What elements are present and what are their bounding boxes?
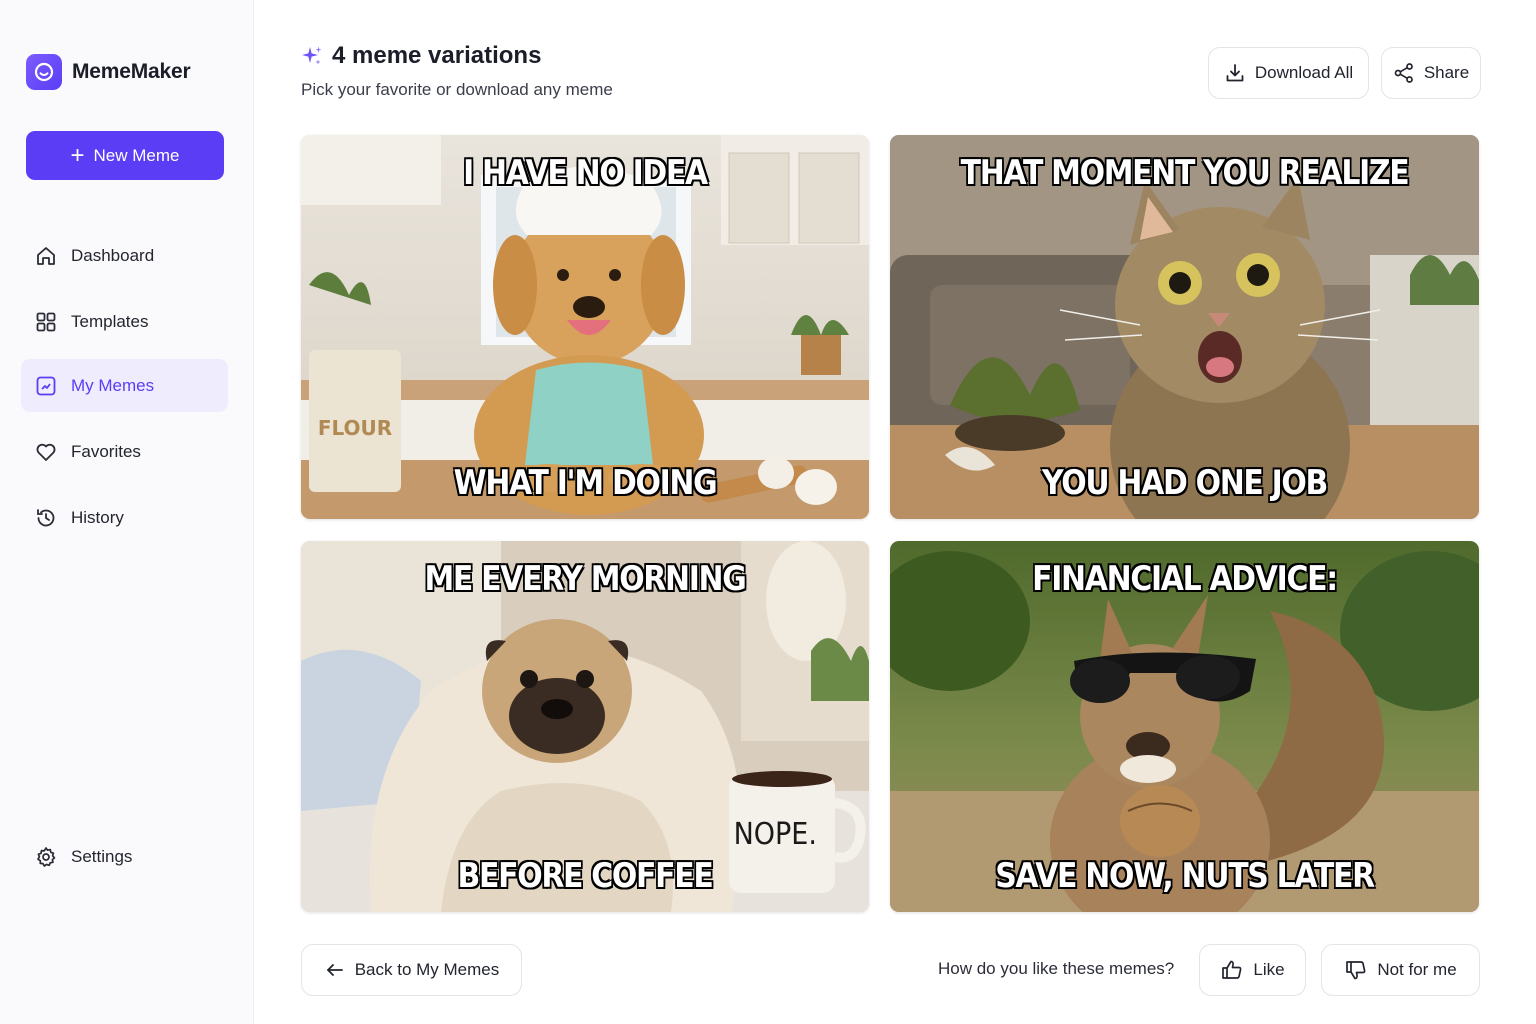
sidebar-item-favorites[interactable]: Favorites xyxy=(21,425,228,478)
mememaker-logo-icon xyxy=(26,54,62,90)
share-icon xyxy=(1393,62,1415,84)
meme-card-4[interactable]: FINANCIAL ADVICE: SAVE NOW, NUTS LATER xyxy=(890,541,1479,912)
meme-top-caption: THAT MOMENT YOU REALIZE xyxy=(960,152,1411,194)
share-button[interactable]: Share xyxy=(1381,47,1481,99)
like-label: Like xyxy=(1253,960,1285,979)
sidebar-item-label: My Memes xyxy=(71,375,155,395)
download-all-label: Download All xyxy=(1254,63,1354,82)
meme-top-caption: ME EVERY MORNING xyxy=(424,558,748,600)
sidebar-item-label: Favorites xyxy=(71,441,141,461)
home-icon xyxy=(34,244,58,268)
svg-text:NOPE.: NOPE. xyxy=(734,817,817,852)
svg-text:FLOUR: FLOUR xyxy=(318,416,392,440)
back-label: Back to My Memes xyxy=(354,960,500,979)
templates-icon xyxy=(34,310,58,334)
page-subtitle: Pick your favorite or download any meme xyxy=(301,80,613,99)
sidebar-item-templates[interactable]: Templates xyxy=(21,295,228,348)
sidebar: MemeMaker + New Meme Dashboard Templates… xyxy=(0,0,254,1024)
meme-card-3[interactable]: NOPE. ME EVERY MORNING BEFORE COFFEE xyxy=(301,541,869,912)
thumbs-down-icon xyxy=(1344,958,1368,982)
sidebar-item-label: Dashboard xyxy=(71,245,155,265)
meme-card-1[interactable]: FLOUR I HAVE NO IDEA WHAT I'M DOING xyxy=(301,135,869,519)
my-memes-icon xyxy=(34,374,58,398)
feedback-question: How do you like these memes? xyxy=(938,959,1175,978)
meme-top-caption: I HAVE NO IDEA xyxy=(462,152,709,194)
share-label: Share xyxy=(1423,63,1470,82)
thumbs-up-icon xyxy=(1220,958,1244,982)
like-button[interactable]: Like xyxy=(1199,944,1306,996)
back-to-my-memes-button[interactable]: Back to My Memes xyxy=(301,944,522,996)
not-for-me-label: Not for me xyxy=(1377,960,1457,979)
page-title-row: 4 meme variations xyxy=(300,42,541,70)
meme-bottom-caption: WHAT I'M DOING xyxy=(453,462,719,504)
sparkle-icon xyxy=(302,46,322,65)
arrow-left-icon xyxy=(324,959,346,981)
gear-icon xyxy=(34,845,58,869)
sidebar-item-history[interactable]: History xyxy=(21,491,228,544)
meme-top-caption: FINANCIAL ADVICE: xyxy=(1031,558,1339,600)
meme-card-2[interactable]: THAT MOMENT YOU REALIZE YOU HAD ONE JOB xyxy=(890,135,1479,519)
heart-icon xyxy=(34,440,58,464)
meme-bottom-caption: SAVE NOW, NUTS LATER xyxy=(994,855,1376,897)
not-for-me-button[interactable]: Not for me xyxy=(1321,944,1480,996)
meme-bottom-caption: BEFORE COFFEE xyxy=(457,855,715,897)
app-name: MemeMaker xyxy=(72,60,191,83)
page-title: 4 meme variations xyxy=(332,42,542,69)
new-meme-label: New Meme xyxy=(93,145,180,165)
meme-bottom-caption: YOU HAD ONE JOB xyxy=(1041,462,1329,504)
download-icon xyxy=(1224,62,1246,84)
new-meme-button[interactable]: + New Meme xyxy=(26,131,224,180)
sidebar-item-label: Settings xyxy=(71,846,133,866)
sidebar-item-label: History xyxy=(71,507,124,527)
history-icon xyxy=(34,506,58,530)
download-all-button[interactable]: Download All xyxy=(1208,47,1369,99)
sidebar-item-my-memes[interactable]: My Memes xyxy=(21,359,228,412)
sidebar-item-label: Templates xyxy=(71,311,149,331)
brand[interactable]: MemeMaker xyxy=(26,54,191,90)
sidebar-item-dashboard[interactable]: Dashboard xyxy=(21,229,228,282)
sidebar-item-settings[interactable]: Settings xyxy=(21,830,228,883)
plus-icon: + xyxy=(70,141,85,169)
